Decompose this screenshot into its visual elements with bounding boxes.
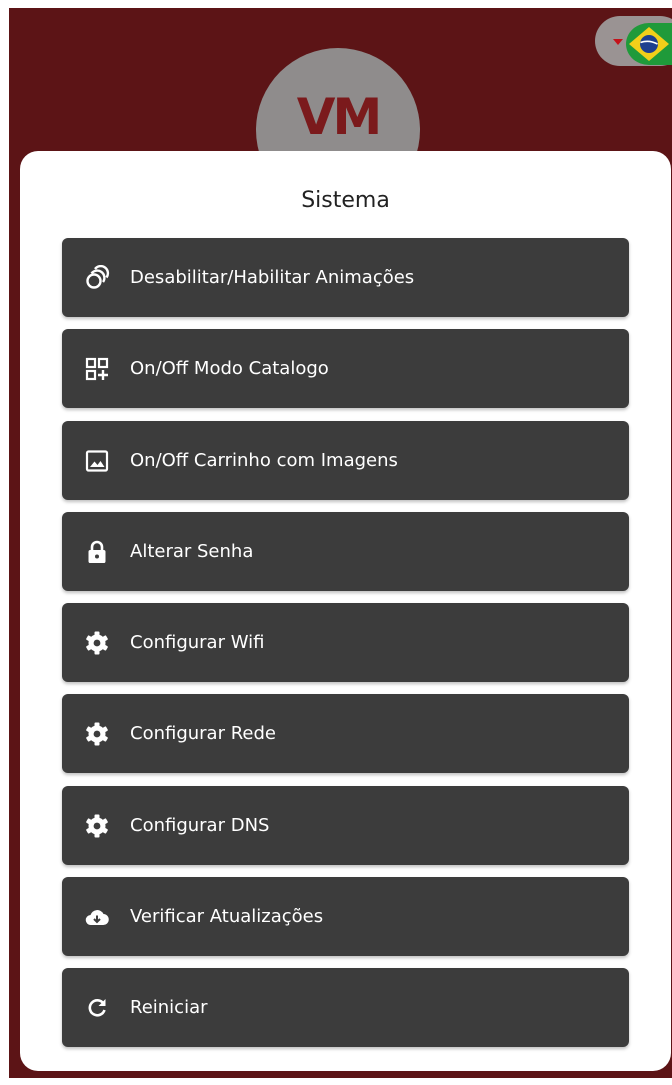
gear-icon [84, 813, 110, 839]
menu-item-label: Verificar Atualizações [130, 906, 324, 928]
catalog-grid-icon [84, 356, 110, 382]
gear-icon [84, 630, 110, 656]
toggle-animations-button[interactable]: Desabilitar/Habilitar Animações [62, 238, 629, 317]
brazil-flag-icon[interactable] [626, 23, 672, 65]
cloud-download-icon [84, 904, 110, 930]
configure-network-button[interactable]: Configurar Rede [62, 694, 629, 774]
menu-item-label: Desabilitar/Habilitar Animações [130, 267, 415, 288]
menu-item-label: Reiniciar [130, 997, 208, 1019]
caret-down-icon [613, 39, 623, 45]
image-icon [84, 448, 110, 474]
system-modal: Sistema Desabilitar/Habilitar Animações [20, 151, 671, 1071]
system-menu: Desabilitar/Habilitar Animações On/Off M… [62, 238, 629, 1060]
animation-icon [84, 265, 110, 291]
check-updates-button[interactable]: Verificar Atualizações [62, 877, 629, 957]
restart-icon [84, 995, 110, 1021]
restart-button[interactable]: Reiniciar [62, 968, 629, 1048]
configure-wifi-button[interactable]: Configurar Wifi [62, 603, 629, 683]
configure-dns-button[interactable]: Configurar DNS [62, 785, 629, 865]
logo-text: VM [296, 88, 382, 146]
menu-item-label: Configurar DNS [130, 814, 270, 836]
menu-item-label: Configurar Rede [130, 723, 276, 745]
toggle-cart-images-button[interactable]: On/Off Carrinho com Imagens [62, 420, 629, 500]
app-screen: VM Sistema Desabilitar/Habilitar Animaçõ… [0, 0, 672, 1085]
menu-item-label: On/Off Modo Catalogo [130, 358, 329, 380]
menu-item-label: Configurar Wifi [130, 632, 265, 654]
lock-icon [84, 539, 110, 565]
modal-title: Sistema [301, 188, 390, 213]
toggle-catalog-mode-button[interactable]: On/Off Modo Catalogo [62, 329, 629, 409]
menu-item-label: On/Off Carrinho com Imagens [130, 449, 398, 471]
menu-item-label: Alterar Senha [130, 540, 254, 562]
change-password-button[interactable]: Alterar Senha [62, 511, 629, 591]
gear-icon [84, 721, 110, 747]
